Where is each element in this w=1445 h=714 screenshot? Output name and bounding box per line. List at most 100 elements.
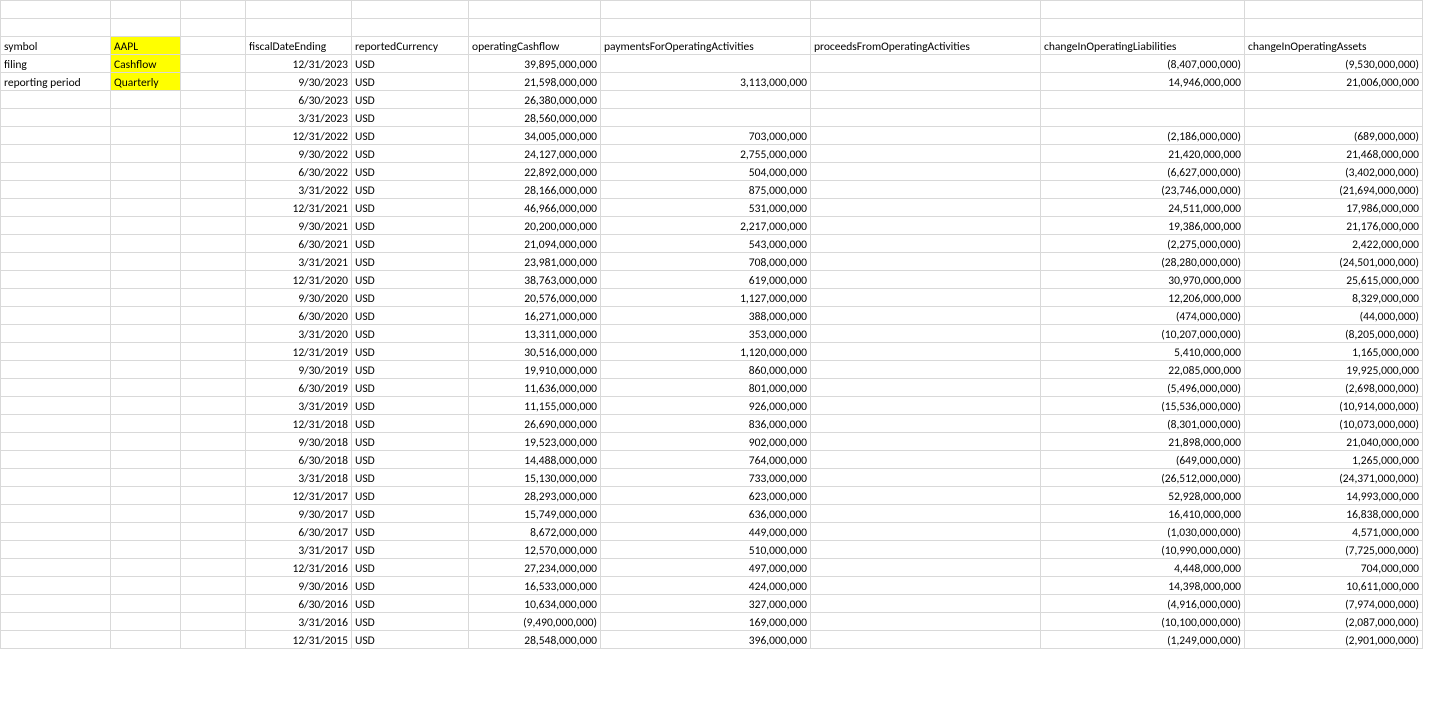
cell-liabilities[interactable]: 22,085,000,000 [1041,361,1245,379]
col-proceedsFromOperatingActivities[interactable]: proceedsFromOperatingActivities [811,37,1041,55]
cell-operatingCashflow[interactable]: 20,200,000,000 [469,217,601,235]
cell-payments[interactable]: 2,755,000,000 [601,145,811,163]
col-changeInOperatingAssets[interactable]: changeInOperatingAssets [1245,37,1423,55]
cell-date[interactable]: 3/31/2018 [246,469,352,487]
cell-liabilities[interactable]: (4,916,000,000) [1041,595,1245,613]
cell-currency[interactable]: USD [352,415,469,433]
cell[interactable] [111,235,181,253]
cell-currency[interactable]: USD [352,487,469,505]
cell-assets[interactable]: 8,329,000,000 [1245,289,1423,307]
cell[interactable] [111,307,181,325]
cell-date[interactable]: 3/31/2023 [246,109,352,127]
cell-operatingCashflow[interactable]: 16,271,000,000 [469,307,601,325]
col-fiscalDateEnding[interactable]: fiscalDateEnding [246,37,352,55]
cell-date[interactable]: 6/30/2018 [246,451,352,469]
cell-currency[interactable]: USD [352,145,469,163]
cell[interactable] [111,505,181,523]
cell-liabilities[interactable]: (8,301,000,000) [1041,415,1245,433]
cell[interactable] [111,541,181,559]
cell[interactable] [1,289,111,307]
cell-operatingCashflow[interactable]: 19,523,000,000 [469,433,601,451]
cell-currency[interactable]: USD [352,433,469,451]
cell-liabilities[interactable]: 21,420,000,000 [1041,145,1245,163]
cell-proceeds[interactable] [811,577,1041,595]
cell[interactable] [181,217,246,235]
cell[interactable] [181,271,246,289]
cell-operatingCashflow[interactable]: 16,533,000,000 [469,577,601,595]
cell[interactable] [111,361,181,379]
cell-operatingCashflow[interactable]: 22,892,000,000 [469,163,601,181]
cell-operatingCashflow[interactable]: 21,094,000,000 [469,235,601,253]
cell-liabilities[interactable]: 16,410,000,000 [1041,505,1245,523]
cell[interactable] [181,145,246,163]
cell-proceeds[interactable] [811,559,1041,577]
cell-proceeds[interactable] [811,541,1041,559]
cell-proceeds[interactable] [811,91,1041,109]
cell[interactable] [181,595,246,613]
col-changeInOperatingLiabilities[interactable]: changeInOperatingLiabilities [1041,37,1245,55]
cell-assets[interactable]: 17,986,000,000 [1245,199,1423,217]
cell-operatingCashflow[interactable]: 34,005,000,000 [469,127,601,145]
cell-assets[interactable]: (24,501,000,000) [1245,253,1423,271]
cell-operatingCashflow[interactable]: 19,910,000,000 [469,361,601,379]
cell-assets[interactable]: 704,000,000 [1245,559,1423,577]
cell-operatingCashflow[interactable]: 28,560,000,000 [469,109,601,127]
cell-payments[interactable]: 327,000,000 [601,595,811,613]
cell[interactable] [111,613,181,631]
cell-operatingCashflow[interactable]: 27,234,000,000 [469,559,601,577]
cell[interactable] [181,631,246,649]
cell-date[interactable]: 3/31/2020 [246,325,352,343]
cell-payments[interactable]: 619,000,000 [601,271,811,289]
cell[interactable] [1,235,111,253]
cell-proceeds[interactable] [811,415,1041,433]
cell-date[interactable]: 6/30/2019 [246,379,352,397]
cell[interactable] [181,127,246,145]
cell-date[interactable]: 6/30/2023 [246,91,352,109]
cell-payments[interactable]: 636,000,000 [601,505,811,523]
cell-operatingCashflow[interactable]: 38,763,000,000 [469,271,601,289]
cell-assets[interactable]: 21,040,000,000 [1245,433,1423,451]
cell-operatingCashflow[interactable]: 23,981,000,000 [469,253,601,271]
cell-payments[interactable]: 1,120,000,000 [601,343,811,361]
cell[interactable] [181,163,246,181]
cell-proceeds[interactable] [811,199,1041,217]
cell[interactable] [1,217,111,235]
cell-assets[interactable]: (9,530,000,000) [1245,55,1423,73]
cell[interactable] [1,343,111,361]
cell[interactable] [181,433,246,451]
cell-liabilities[interactable]: (8,407,000,000) [1041,55,1245,73]
cell-date[interactable]: 9/30/2017 [246,505,352,523]
cell[interactable] [181,505,246,523]
cell-payments[interactable]: 1,127,000,000 [601,289,811,307]
cell[interactable] [111,343,181,361]
cell-assets[interactable]: (2,087,000,000) [1245,613,1423,631]
cell[interactable] [1,631,111,649]
cell-currency[interactable]: USD [352,559,469,577]
cell-date[interactable]: 6/30/2020 [246,307,352,325]
cell-proceeds[interactable] [811,631,1041,649]
cell-date[interactable]: 12/31/2016 [246,559,352,577]
cell[interactable] [181,235,246,253]
cell-liabilities[interactable]: (2,186,000,000) [1041,127,1245,145]
cell[interactable] [1,271,111,289]
cell-liabilities[interactable]: (23,746,000,000) [1041,181,1245,199]
cell-assets[interactable]: 1,165,000,000 [1245,343,1423,361]
cell[interactable] [111,127,181,145]
cell-proceeds[interactable] [811,145,1041,163]
cell-date[interactable]: 6/30/2016 [246,595,352,613]
cell[interactable] [181,469,246,487]
cell-proceeds[interactable] [811,433,1041,451]
cell-date[interactable]: 12/31/2022 [246,127,352,145]
cell-date[interactable]: 6/30/2022 [246,163,352,181]
cell-date[interactable]: 12/31/2021 [246,199,352,217]
cell-currency[interactable]: USD [352,343,469,361]
cell-payments[interactable]: 497,000,000 [601,559,811,577]
cell[interactable] [1,109,111,127]
cell-payments[interactable]: 733,000,000 [601,469,811,487]
cell-date[interactable]: 3/31/2016 [246,613,352,631]
value-symbol[interactable]: AAPL [111,37,181,55]
cell[interactable] [1,559,111,577]
cell[interactable] [111,145,181,163]
cell-assets[interactable]: (2,901,000,000) [1245,631,1423,649]
cell-payments[interactable]: 836,000,000 [601,415,811,433]
